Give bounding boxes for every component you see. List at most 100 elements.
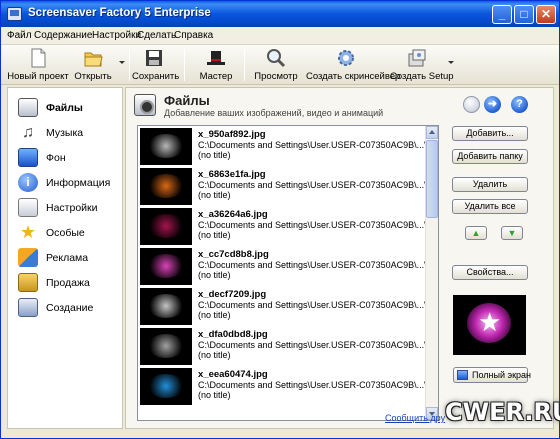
file-path: C:\Documents and Settings\User.USER-C073…: [198, 180, 439, 190]
menu-settings[interactable]: Настройки: [92, 30, 141, 41]
fullscreen-button[interactable]: Полный экран: [453, 367, 532, 383]
file-thumbnail: [140, 168, 192, 205]
move-down-button[interactable]: ▼: [501, 226, 523, 240]
file-thumbnail: [140, 128, 192, 165]
delete-button[interactable]: Удалить: [452, 177, 528, 192]
minimize-button[interactable]: _: [492, 5, 512, 24]
sidebar-item-advertising[interactable]: Реклама: [8, 246, 122, 270]
file-thumbnail: [140, 248, 192, 285]
scroll-up-icon[interactable]: [426, 126, 438, 139]
preview-button[interactable]: Просмотр: [254, 45, 298, 85]
sidebar-item-label: Продажа: [46, 277, 90, 289]
background-icon: [18, 148, 38, 167]
settings-icon: [18, 198, 38, 217]
sidebar-item-label: Настройки: [46, 202, 98, 214]
build-screensaver-label: Создать скринсейвер: [306, 71, 401, 82]
image-preview: [453, 295, 526, 355]
build-gear-icon: [338, 50, 354, 66]
file-name: x_dfa0dbd8.jpg: [198, 329, 268, 340]
file-path: C:\Documents and Settings\User.USER-C073…: [198, 300, 439, 310]
delete-all-button[interactable]: Удалить все: [452, 199, 528, 214]
build-setup-button[interactable]: Создать Setup: [390, 45, 454, 85]
setup-dropdown-icon[interactable]: [448, 61, 454, 64]
file-title: (no title): [198, 390, 231, 400]
sidebar-item-build[interactable]: Создание: [8, 296, 122, 320]
back-icon[interactable]: [463, 96, 480, 113]
next-icon[interactable]: ➜: [484, 96, 501, 113]
menu-file[interactable]: Файл: [7, 30, 32, 41]
fullscreen-label: Полный экран: [472, 370, 532, 380]
sidebar-item-music[interactable]: ♫ Музыка: [8, 121, 122, 145]
sidebar-item-sales[interactable]: Продажа: [8, 271, 122, 295]
add-button[interactable]: Добавить...: [452, 126, 528, 141]
open-button[interactable]: Открыть: [71, 45, 115, 85]
scroll-thumb[interactable]: [426, 140, 438, 218]
file-list-scrollbar[interactable]: [425, 126, 438, 420]
sidebar-item-settings[interactable]: Настройки: [8, 196, 122, 220]
toolbar: Новый проект Открыть Сохранить Мастер Пр…: [1, 45, 559, 85]
app-window: Screensaver Factory 5 Enterprise _ □ ✕ Ф…: [0, 0, 560, 439]
open-dropdown-icon[interactable]: [119, 61, 125, 64]
menu-make[interactable]: Сделать: [137, 30, 176, 41]
file-path: C:\Documents and Settings\User.USER-C073…: [198, 380, 439, 390]
add-folder-button[interactable]: Добавить папку: [452, 149, 528, 164]
menu-contents[interactable]: Содержание: [34, 30, 92, 41]
title-bar[interactable]: Screensaver Factory 5 Enterprise _ □ ✕: [1, 1, 559, 27]
sidebar-item-label: Особые: [46, 227, 85, 239]
close-button[interactable]: ✕: [536, 5, 556, 24]
file-name: x_cc7cd8b8.jpg: [198, 249, 269, 260]
files-icon: [18, 98, 38, 117]
sidebar-item-label: Музыка: [46, 127, 84, 139]
new-project-label: Новый проект: [7, 71, 69, 82]
file-thumbnail: [140, 208, 192, 245]
file-name: x_950af892.jpg: [198, 129, 266, 140]
wizard-button[interactable]: Мастер: [194, 45, 238, 85]
file-thumbnail: [140, 328, 192, 365]
info-icon: i: [18, 173, 38, 192]
file-name: x_decf7209.jpg: [198, 289, 267, 300]
sidebar-item-files[interactable]: Файлы: [8, 96, 122, 120]
list-item[interactable]: x_dfa0dbd8.jpg C:\Documents and Settings…: [138, 327, 438, 366]
page-subtitle: Добавление ваших изображений, видео и ан…: [164, 108, 384, 118]
site-watermark: CWER.RU: [431, 396, 560, 436]
list-item[interactable]: x_cc7cd8b8.jpg C:\Documents and Settings…: [138, 247, 438, 286]
help-icon[interactable]: ?: [511, 96, 528, 113]
move-up-button[interactable]: ▲: [465, 226, 487, 240]
file-thumbnail: [140, 288, 192, 325]
list-item[interactable]: x_6863e1fa.jpg C:\Documents and Settings…: [138, 167, 438, 206]
new-project-button[interactable]: Новый проект: [7, 45, 69, 85]
sidebar-item-info[interactable]: i Информация: [8, 171, 122, 195]
sidebar-item-label: Информация: [46, 177, 111, 189]
sidebar-item-special[interactable]: ★ Особые: [8, 221, 122, 245]
file-title: (no title): [198, 270, 231, 280]
menu-help[interactable]: Справка: [174, 30, 213, 41]
menu-bar: Файл Содержание Настройки Сделать Справк…: [1, 27, 559, 45]
list-item[interactable]: x_decf7209.jpg C:\Documents and Settings…: [138, 287, 438, 326]
file-title: (no title): [198, 230, 231, 240]
new-document-icon: [31, 48, 46, 68]
list-item[interactable]: x_a36264a6.jpg C:\Documents and Settings…: [138, 207, 438, 246]
build-screensaver-button[interactable]: Создать скринсейвер: [306, 45, 401, 85]
maximize-button[interactable]: □: [514, 5, 534, 24]
properties-button[interactable]: Свойства...: [452, 265, 528, 280]
arrow-up-icon: ▲: [471, 228, 481, 238]
list-item[interactable]: x_950af892.jpg C:\Documents and Settings…: [138, 127, 438, 166]
fullscreen-icon: [457, 370, 468, 380]
page-title: Файлы: [164, 93, 210, 108]
toolbar-separator: [184, 49, 185, 81]
list-item[interactable]: x_eea60474.jpg C:\Documents and Settings…: [138, 367, 438, 406]
file-path: C:\Documents and Settings\User.USER-C073…: [198, 260, 439, 270]
toolbar-separator: [129, 49, 130, 81]
save-button[interactable]: Сохранить: [132, 45, 180, 85]
arrow-down-icon: ▼: [507, 228, 517, 238]
open-label: Открыть: [74, 71, 112, 82]
file-name: x_6863e1fa.jpg: [198, 169, 266, 180]
build-setup-label: Создать Setup: [390, 71, 454, 82]
open-folder-icon: [84, 52, 103, 67]
sidebar: Файлы ♫ Музыка Фон i Информация Настройк…: [7, 87, 123, 429]
file-list[interactable]: x_950af892.jpg C:\Documents and Settings…: [137, 125, 439, 421]
save-label: Сохранить: [132, 71, 180, 82]
sidebar-item-background[interactable]: Фон: [8, 146, 122, 170]
file-title: (no title): [198, 310, 231, 320]
preview-label: Просмотр: [254, 71, 298, 82]
